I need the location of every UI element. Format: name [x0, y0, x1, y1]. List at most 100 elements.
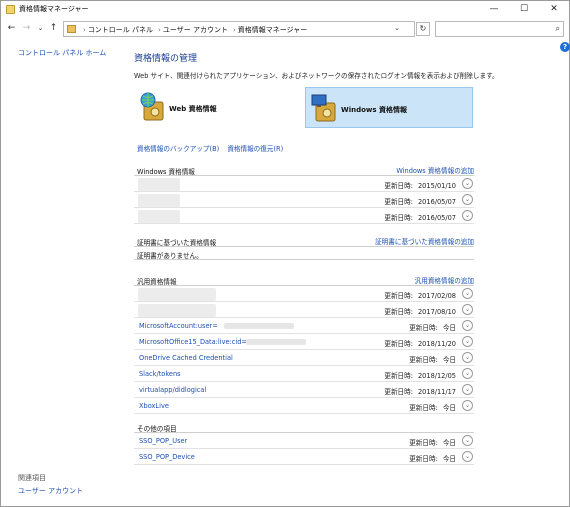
tab-web-credentials[interactable]: Web 資格情報	[134, 87, 302, 128]
modified-date: 今日	[442, 404, 456, 412]
chevron-down-icon[interactable]: ⌄	[462, 210, 473, 221]
modified-date: 2017/02/08	[417, 292, 456, 300]
tab-windows-credentials[interactable]: Windows 資格情報	[305, 87, 473, 128]
section-title: 証明書に基づいた資格情報	[137, 239, 217, 247]
chevron-down-icon[interactable]: ⌄	[462, 336, 473, 347]
modified-date: 2016/05/07	[417, 198, 456, 206]
modified-date: 今日	[442, 324, 456, 332]
control-panel-icon	[67, 25, 76, 33]
chevron-down-icon[interactable]: ⌄	[394, 24, 400, 32]
address-box[interactable]: › コントロール パネル › ユーザー アカウント › 資格情報マネージャー ⌄	[63, 21, 415, 37]
modified-date: 2018/12/05	[417, 372, 456, 380]
search-box: ⌕	[435, 21, 564, 37]
search-icon[interactable]: ⌕	[556, 24, 560, 34]
modified-date: 2018/11/17	[417, 388, 456, 396]
credential-name: OneDrive Cached Credential	[139, 354, 233, 362]
credential-row[interactable]: Slack/tokens 更新日時: 2018/12/05 ⌄	[134, 366, 474, 382]
restore-credentials-link[interactable]: 資格情報の復元(R)	[227, 145, 283, 153]
add-windows-credential-link[interactable]: Windows 資格情報の追加	[396, 165, 474, 175]
breadcrumb-user-accounts[interactable]: ユーザー アカウント	[163, 26, 228, 34]
monitor-vault-icon	[311, 94, 336, 122]
tab-windows-credentials-label: Windows 資格情報	[341, 106, 407, 114]
title-bar: 資格情報マネージャー — ☐ ✕	[1, 1, 569, 18]
credential-row[interactable]: virtualapp/didlogical 更新日時: 2018/11/17 ⌄	[134, 382, 474, 398]
chevron-down-icon[interactable]: ⌄	[462, 384, 473, 395]
modified-date: 今日	[442, 356, 456, 364]
credential-manager-window: 資格情報マネージャー — ☐ ✕ ← → ⌄ ↑ › コントロール パネル › ユーザ…	[0, 0, 570, 507]
empty-message: 証明書がありません。	[134, 247, 474, 260]
refresh-icon[interactable]: ↻	[416, 22, 430, 36]
chevron-down-icon[interactable]: ⌄	[462, 194, 473, 205]
section-title: 汎用資格情報	[137, 278, 177, 286]
credential-row[interactable]: 更新日時: 2015/01/10 ⌄	[134, 176, 474, 192]
backup-credentials-link[interactable]: 資格情報のバックアップ(B)	[137, 145, 219, 153]
chevron-down-icon[interactable]: ⌄	[462, 368, 473, 379]
section-title: Windows 資格情報	[137, 168, 195, 176]
credential-row[interactable]: 更新日時: 2016/05/07 ⌄	[134, 208, 474, 224]
generic-credentials-section: 汎用資格情報 汎用資格情報の追加 更新日時: 2017/02/08 ⌄ 更新日時:…	[134, 275, 474, 414]
credential-name: SSO_POP_Device	[139, 453, 195, 461]
modified-label: 更新日時:	[384, 198, 413, 206]
modified-label: 更新日時:	[384, 308, 413, 316]
back-arrow-icon[interactable]: ←	[6, 22, 17, 35]
breadcrumb: › コントロール パネル › ユーザー アカウント › 資格情報マネージャー	[80, 25, 309, 35]
credential-row[interactable]: 更新日時: 2017/02/08 ⌄	[134, 286, 474, 302]
chevron-down-icon[interactable]: ⌄	[462, 288, 473, 299]
credential-row[interactable]: SSO_POP_User 更新日時: 今日 ⌄	[134, 433, 474, 449]
add-certificate-credential-link[interactable]: 証明書に基づいた資格情報の追加	[375, 236, 474, 246]
control-panel-home-link[interactable]: コントロール パネル ホーム	[18, 48, 106, 58]
breadcrumb-control-panel[interactable]: コントロール パネル	[88, 26, 153, 34]
forward-arrow-icon[interactable]: →	[21, 22, 32, 35]
credential-row[interactable]: SSO_POP_Device 更新日時: 今日 ⌄	[134, 449, 474, 465]
modified-label: 更新日時:	[384, 182, 413, 190]
credential-row[interactable]: MicrosoftOffice15_Data:live:cid= 更新日時: 20…	[134, 334, 474, 350]
chevron-down-icon[interactable]: ⌄	[462, 320, 473, 331]
credential-row[interactable]: 更新日時: 2016/05/07 ⌄	[134, 192, 474, 208]
redacted-name	[224, 323, 294, 329]
add-generic-credential-link[interactable]: 汎用資格情報の追加	[415, 275, 474, 285]
left-pane: コントロール パネル ホーム 関連項目 ユーザー アカウント	[1, 39, 121, 507]
chevron-down-icon[interactable]: ⌄	[462, 352, 473, 363]
modified-date: 今日	[442, 455, 456, 463]
close-button[interactable]: ✕	[539, 1, 569, 18]
other-items-section: その他の項目 SSO_POP_User 更新日時: 今日 ⌄ SSO_POP_De…	[134, 422, 474, 465]
globe-vault-icon	[140, 92, 164, 121]
credential-row[interactable]: MicrosoftAccount:user= 更新日時: 今日 ⌄	[134, 318, 474, 334]
chevron-down-icon[interactable]: ⌄	[462, 400, 473, 411]
credential-row[interactable]: 更新日時: 2017/08/10 ⌄	[134, 302, 474, 318]
search-input[interactable]	[438, 23, 548, 35]
modified-label: 更新日時:	[409, 455, 438, 463]
modified-label: 更新日時:	[409, 356, 438, 364]
breadcrumb-separator: ›	[158, 26, 161, 34]
minimize-button[interactable]: —	[479, 1, 509, 18]
modified-label: 更新日時:	[409, 324, 438, 332]
credential-name: virtualapp/didlogical	[139, 386, 207, 394]
windows-credentials-section: Windows 資格情報 Windows 資格情報の追加 更新日時: 2015/0…	[134, 165, 474, 224]
tab-web-credentials-label: Web 資格情報	[169, 105, 217, 113]
breadcrumb-credential-manager[interactable]: 資格情報マネージャー	[238, 26, 308, 34]
chevron-down-icon[interactable]: ⌄	[462, 304, 473, 315]
credential-manager-app-icon	[6, 5, 15, 14]
modified-label: 更新日時:	[384, 340, 413, 348]
credential-name: SSO_POP_User	[139, 437, 188, 445]
up-arrow-icon[interactable]: ↑	[48, 22, 59, 35]
page-title: 資格情報の管理	[134, 54, 198, 64]
maximize-button[interactable]: ☐	[509, 1, 539, 18]
help-icon[interactable]: ?	[560, 42, 570, 52]
chevron-down-icon[interactable]: ⌄	[462, 451, 473, 462]
credential-name: Slack/tokens	[139, 370, 181, 378]
modified-label: 更新日時:	[384, 214, 413, 222]
modified-date: 2015/01/10	[417, 182, 456, 190]
redacted-name	[246, 339, 306, 345]
user-accounts-link[interactable]: ユーザー アカウント	[18, 486, 83, 496]
credential-row[interactable]: XboxLive 更新日時: 今日 ⌄	[134, 398, 474, 414]
redacted-name	[138, 178, 180, 191]
credential-row[interactable]: OneDrive Cached Credential 更新日時: 今日 ⌄	[134, 350, 474, 366]
window-title: 資格情報マネージャー	[19, 5, 89, 13]
chevron-down-icon[interactable]: ⌄	[462, 178, 473, 189]
recent-locations-icon[interactable]: ⌄	[35, 22, 46, 35]
chevron-down-icon[interactable]: ⌄	[462, 435, 473, 446]
backup-restore-links: 資格情報のバックアップ(B) 資格情報の復元(R)	[137, 143, 289, 153]
breadcrumb-separator: ›	[232, 26, 236, 34]
breadcrumb-separator: ›	[83, 26, 86, 34]
